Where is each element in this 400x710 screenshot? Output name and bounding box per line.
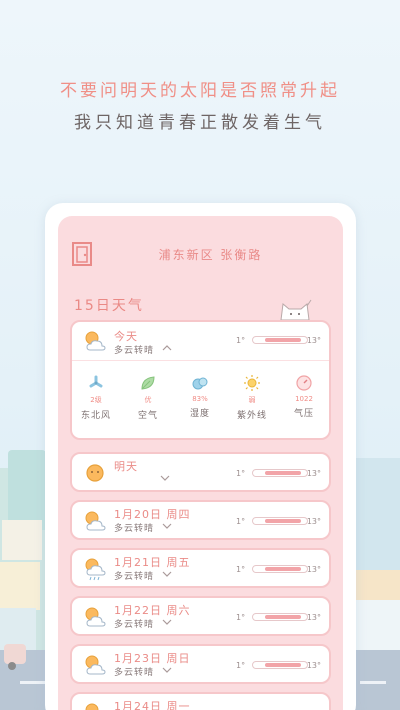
temp-range-fill [265, 471, 301, 475]
day-condition: 多云转晴 [114, 524, 155, 534]
forecast-card[interactable]: 1月20日 周四 多云转晴 1° 13° [70, 500, 331, 540]
metric-label: 气压 [293, 409, 314, 419]
sunny-icon [86, 464, 104, 482]
bubble-tea-sign [0, 562, 40, 610]
forecast-card[interactable]: 1月22日 周六 多云转晴 1° 13° [70, 596, 331, 636]
temp-range-fill [265, 567, 301, 571]
app-screen: 浦东新区 张衡路 15日天气 今天 多云转晴 1° 13° 2级 东北风 优 空… [58, 216, 343, 710]
temp-max: 13° [306, 517, 321, 526]
divider [72, 360, 329, 361]
metric-pressure: 1022 气压 [284, 374, 324, 419]
metric-value: 1022 [295, 395, 313, 403]
metric-label: 湿度 [189, 409, 210, 419]
slogan-line-2: 我只知道青春正散发着生气 [74, 113, 326, 133]
day-name: 今天 [114, 330, 138, 343]
metric-value: 弱 [248, 396, 256, 404]
cart-icon [4, 644, 26, 664]
forecast-card[interactable]: 1月24日 周一 [70, 692, 331, 710]
temp-range-fill [265, 338, 301, 342]
temp-min: 1° [236, 613, 246, 622]
metric-value: 83% [192, 395, 208, 403]
day-condition: 多云转晴 [114, 620, 155, 630]
cloudy-sun-icon [85, 655, 106, 675]
temp-range-bar [252, 336, 308, 344]
metric-wind: 2级 东北风 [76, 374, 116, 421]
day-condition: 多云转晴 [114, 346, 155, 356]
cloudy-sun-icon [85, 511, 106, 531]
section-title: 15日天气 [74, 298, 144, 314]
day-name: 1月24日 周一 [114, 700, 191, 710]
temp-max: 13° [306, 565, 321, 574]
forecast-card[interactable]: 明天 1° 13° [70, 452, 331, 492]
day-condition: 多云转晴 [114, 572, 155, 582]
chevron-down-icon[interactable] [162, 619, 172, 626]
rainy-sun-icon [85, 558, 106, 581]
cloudy-sun-icon [85, 703, 99, 710]
metric-label: 紫外线 [236, 411, 267, 421]
day-name: 1月20日 周四 [114, 508, 191, 521]
temp-range-fill [265, 663, 301, 667]
temp-range-bar [252, 613, 308, 621]
shop-awning-right [352, 570, 400, 600]
cloudy-sun-icon [85, 607, 106, 627]
temp-max: 13° [306, 469, 321, 478]
wind-icon [89, 375, 103, 388]
metric-label: 东北风 [80, 411, 111, 421]
metric-air: 优 空气 [128, 374, 168, 421]
chevron-down-icon[interactable] [162, 523, 172, 530]
day-name: 1月21日 周五 [114, 556, 191, 569]
sun-uv-icon [244, 375, 260, 391]
chevron-down-icon[interactable] [162, 571, 172, 578]
cup-sign [2, 520, 42, 560]
temp-range-fill [265, 519, 301, 523]
temp-min: 1° [236, 336, 246, 345]
building-left-top [8, 450, 46, 530]
door-icon[interactable] [72, 242, 92, 266]
forecast-card[interactable]: 1月23日 周日 多云转晴 1° 13° [70, 644, 331, 684]
pressure-icon [296, 375, 312, 391]
today-card[interactable]: 今天 多云转晴 1° 13° 2级 东北风 优 空气 83% 湿度 弱 紫外线 … [70, 320, 331, 440]
metric-label: 空气 [137, 411, 158, 421]
metric-value: 2级 [90, 396, 102, 404]
temp-range-bar [252, 565, 308, 573]
shop-window-right [356, 600, 400, 650]
temp-min: 1° [236, 517, 246, 526]
day-name: 明天 [114, 460, 138, 473]
metric-uv: 弱 紫外线 [232, 374, 272, 421]
cloudy-sun-icon [85, 331, 106, 351]
temp-min: 1° [236, 469, 246, 478]
road-line [360, 681, 386, 684]
humidity-icon [192, 377, 208, 390]
temp-min: 1° [236, 565, 246, 574]
leaf-icon [141, 376, 155, 390]
temp-range-bar [252, 469, 308, 477]
temp-max: 13° [306, 336, 321, 345]
metric-value: 优 [144, 396, 152, 404]
temp-min: 1° [236, 661, 246, 670]
day-condition: 多云转晴 [114, 668, 155, 678]
road-line [20, 681, 46, 684]
forecast-card[interactable]: 1月21日 周五 多云转晴 1° 13° [70, 548, 331, 588]
temp-range-fill [265, 615, 301, 619]
temp-max: 13° [306, 613, 321, 622]
chevron-down-icon[interactable] [162, 667, 172, 674]
wheel-icon [8, 662, 16, 670]
day-name: 1月22日 周六 [114, 604, 191, 617]
temp-max: 13° [306, 661, 321, 670]
cat-icon [280, 299, 312, 321]
phone-frame: 浦东新区 张衡路 15日天气 今天 多云转晴 1° 13° 2级 东北风 优 空… [45, 203, 356, 710]
chevron-up-icon[interactable] [162, 344, 172, 351]
chevron-down-icon[interactable] [160, 475, 170, 482]
temp-range-bar [252, 517, 308, 525]
metric-humidity: 83% 湿度 [180, 374, 220, 419]
slogan-line-1: 不要问明天的太阳是否照常升起 [60, 81, 340, 101]
location-label[interactable]: 浦东新区 张衡路 [118, 246, 303, 263]
temp-range-bar [252, 661, 308, 669]
day-name: 1月23日 周日 [114, 652, 191, 665]
